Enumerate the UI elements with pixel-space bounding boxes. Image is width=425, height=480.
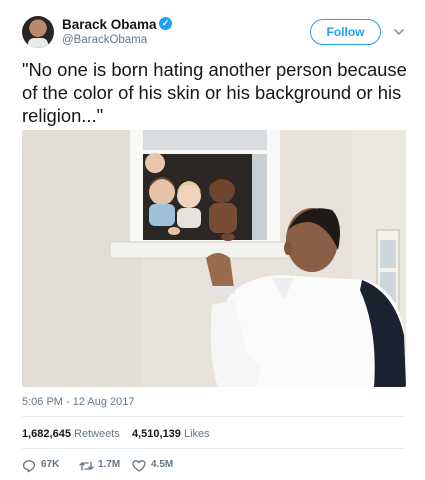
avatar[interactable] xyxy=(22,16,54,48)
author-handle[interactable]: @BarackObama xyxy=(62,34,147,46)
tweet-photo[interactable] xyxy=(22,130,406,387)
retweet-count: 1.7M xyxy=(98,459,121,470)
reply-count: 67K xyxy=(41,459,60,470)
tweet-header: Barack Obama ✓ @BarackObama Follow xyxy=(22,14,410,50)
likes-count[interactable]: 4,510,139 xyxy=(132,428,181,440)
tweet-text: "No one is born hating another person be… xyxy=(22,59,407,126)
retweets-label[interactable]: Retweets xyxy=(74,428,120,440)
tweet-actions: 67K 1.7M 4.5M xyxy=(22,458,322,474)
tweet-stats: 1,682,645 Retweets 4,510,139 Likes xyxy=(22,428,210,440)
author-name[interactable]: Barack Obama xyxy=(62,17,157,32)
reply-icon xyxy=(22,460,36,473)
likes-label[interactable]: Likes xyxy=(184,428,210,440)
chevron-down-icon[interactable] xyxy=(392,25,406,39)
retweet-icon xyxy=(79,461,94,471)
divider xyxy=(22,448,405,449)
verified-badge-icon: ✓ xyxy=(159,17,172,30)
follow-button[interactable]: Follow xyxy=(310,19,381,45)
heart-icon xyxy=(132,460,146,472)
like-count: 4.5M xyxy=(151,459,174,470)
tweet-timestamp[interactable]: 5:06 PM - 12 Aug 2017 xyxy=(22,396,135,408)
retweets-count[interactable]: 1,682,645 xyxy=(22,428,71,440)
divider xyxy=(22,416,405,417)
